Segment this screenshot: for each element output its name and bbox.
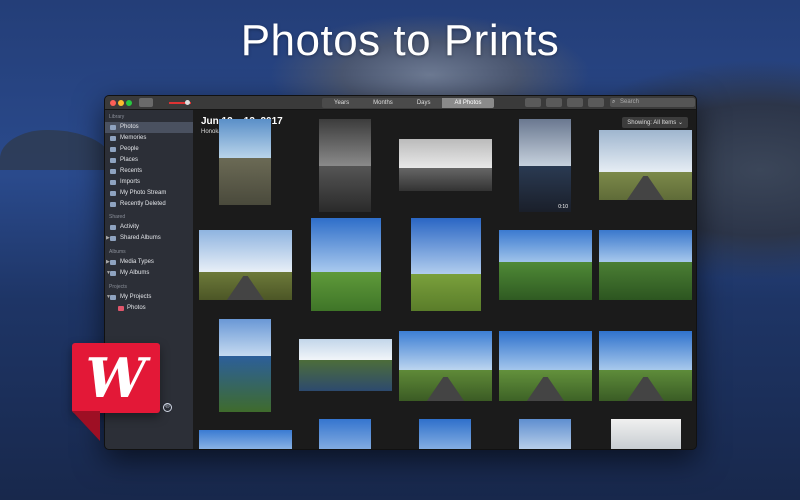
sidebar-section-albums: Albums <box>109 249 126 255</box>
sidebar-item-photo-stream[interactable]: My Photo Stream <box>105 188 193 199</box>
sidebar-item-places[interactable]: Places <box>105 155 193 166</box>
photo-thumbnail[interactable] <box>599 230 692 300</box>
video-duration: 0:10 <box>558 204 568 210</box>
rotate-button[interactable] <box>588 98 604 107</box>
photo-thumbnail[interactable] <box>499 331 592 401</box>
zoom-window-button[interactable] <box>126 100 132 106</box>
sidebar-section-library: Library <box>109 114 125 120</box>
cloud-icon <box>110 225 116 230</box>
sidebar-item-recently-deleted[interactable]: Recently Deleted <box>105 199 193 210</box>
favorite-button[interactable] <box>567 98 583 107</box>
photo-thumbnail[interactable] <box>599 331 692 401</box>
photo-thumbnail[interactable] <box>399 139 492 191</box>
sidebar-item-label: My Albums <box>120 270 150 276</box>
zoom-slider-knob[interactable] <box>185 100 190 105</box>
folder-icon <box>110 295 116 300</box>
sidebar-item-label: Photos <box>120 124 139 130</box>
minimize-window-button[interactable] <box>118 100 124 106</box>
sidebar-item-media-types[interactable]: ▶ Media Types <box>105 257 193 268</box>
folder-icon <box>110 271 116 276</box>
showing-filter-dropdown[interactable]: Showing: All Items ⌄ <box>622 117 688 128</box>
photo-thumbnail[interactable] <box>299 339 392 391</box>
promo-title: Photos to Prints <box>240 16 560 65</box>
sidebar-item-project-photos[interactable]: Photos <box>105 303 193 314</box>
photo-grid: Jun 12 – 13, 2017 Honokaa Showing: All I… <box>193 110 696 449</box>
photos-icon <box>110 125 116 130</box>
photo-thumbnail[interactable] <box>519 419 571 449</box>
toolbar: Years Months Days All Photos ⌕ Search <box>105 96 696 110</box>
photos-app-window: Years Months Days All Photos ⌕ Search Lib… <box>104 95 697 450</box>
sidebar-item-label: Imports <box>120 179 141 185</box>
sidebar-item-label: My Photo Stream <box>120 190 167 196</box>
photo-thumbnail[interactable] <box>219 119 271 205</box>
info-button[interactable] <box>525 98 541 107</box>
sidebar-item-recents[interactable]: Recents <box>105 166 193 177</box>
sidebar-item-label: Media Types <box>120 259 154 265</box>
sidebar-item-activity[interactable]: Activity <box>105 222 193 233</box>
sidebar-item-label: My Projects <box>120 294 152 300</box>
sidebar-item-label: Memories <box>120 135 147 141</box>
project-icon <box>118 306 124 311</box>
sidebar-item-people[interactable]: People <box>105 144 193 155</box>
sidebar-item-imports[interactable]: Imports <box>105 177 193 188</box>
photo-thumbnail[interactable] <box>319 119 371 212</box>
folder-icon <box>110 260 116 265</box>
sidebar-item-label: Activity <box>120 224 140 230</box>
photo-thumbnail[interactable] <box>611 419 681 449</box>
clock-icon <box>110 169 116 174</box>
view-segmented-control: Years Months Days All Photos <box>322 98 494 108</box>
sidebar-item-label: Places <box>120 157 139 163</box>
sidebar-item-memories[interactable]: Memories <box>105 133 193 144</box>
photo-thumbnail[interactable] <box>199 430 292 449</box>
photo-thumbnail[interactable] <box>499 230 592 300</box>
photo-thumbnail[interactable] <box>311 218 381 311</box>
sidebar-item-label: People <box>120 146 139 152</box>
people-icon <box>110 147 116 152</box>
photo-thumbnail[interactable] <box>411 218 481 311</box>
sidebar-item-label: Recents <box>120 168 143 174</box>
segment-days[interactable]: Days <box>405 98 443 108</box>
sidebar-item-shared-albums[interactable]: ▶ Shared Albums <box>105 233 193 244</box>
segment-years[interactable]: Years <box>322 98 361 108</box>
memories-icon <box>110 136 116 141</box>
sidebar-item-label: Recently Deleted <box>120 201 166 207</box>
logo-letter: W <box>85 346 147 410</box>
registered-mark: ® <box>163 403 172 412</box>
photo-thumbnail[interactable] <box>399 331 492 401</box>
photo-thumbnail[interactable] <box>419 419 471 449</box>
photo-thumbnail[interactable] <box>319 419 371 449</box>
sidebar-item-label: Shared Albums <box>120 235 161 241</box>
sidebar-section-projects: Projects <box>109 284 128 290</box>
trash-icon <box>110 202 116 207</box>
segment-all-photos[interactable]: All Photos <box>442 98 494 108</box>
photo-thumbnail[interactable] <box>199 230 292 300</box>
photo-thumbnail[interactable] <box>599 130 692 200</box>
close-window-button[interactable] <box>110 100 116 106</box>
sidebar-toggle-button[interactable] <box>139 98 153 107</box>
sidebar-section-shared: Shared <box>109 214 126 220</box>
folder-icon <box>110 236 116 241</box>
sidebar-item-photos[interactable]: Photos <box>105 122 193 133</box>
search-icon: ⌕ <box>612 99 616 105</box>
cloud-icon <box>110 191 116 196</box>
sidebar-item-my-projects[interactable]: ▼ My Projects <box>105 292 193 303</box>
places-icon <box>110 158 116 163</box>
photo-thumbnail[interactable] <box>219 319 271 412</box>
sidebar-item-label: Photos <box>127 305 146 311</box>
sidebar-item-my-albums[interactable]: ▼ My Albums <box>105 268 193 279</box>
share-button[interactable] <box>546 98 562 107</box>
segment-months[interactable]: Months <box>361 98 405 108</box>
search-input[interactable]: ⌕ Search <box>610 98 695 107</box>
imports-icon <box>110 180 116 185</box>
video-thumbnail[interactable]: 0:10 <box>519 119 571 212</box>
